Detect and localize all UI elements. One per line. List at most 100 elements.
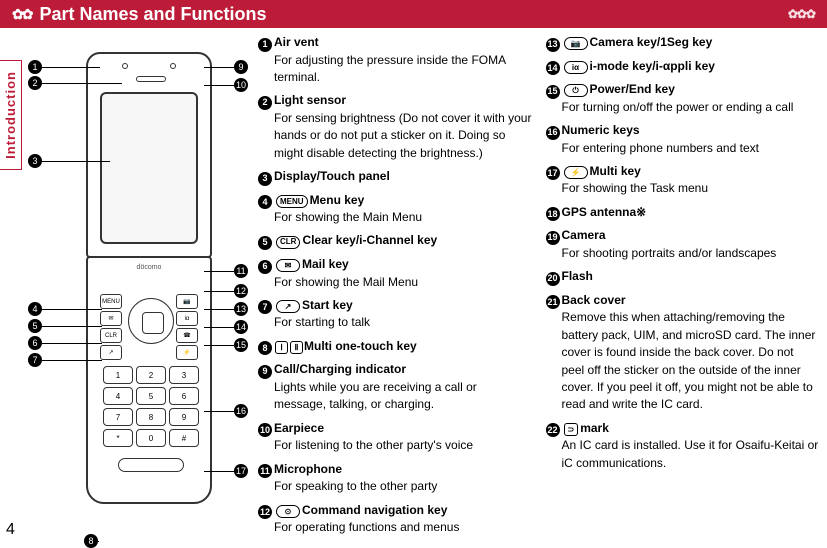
- description-column-1: 1Air ventFor adjusting the pressure insi…: [258, 34, 532, 543]
- desc-item-body: For entering phone numbers and text: [562, 140, 820, 157]
- desc-item-body: For operating functions and menus: [274, 519, 532, 536]
- key-label-icon: ⊙: [276, 505, 300, 518]
- page-number: 4: [6, 521, 15, 539]
- key-2: 2: [136, 366, 166, 384]
- key-label-icon: ⚡: [564, 166, 588, 179]
- nav-pad-illus: [128, 298, 174, 344]
- desc-item-15: 15⏻Power/End keyFor turning on/off the p…: [546, 81, 820, 116]
- desc-item-title: i-mode key/i-αppli key: [590, 59, 715, 73]
- description-columns: 1Air ventFor adjusting the pressure insi…: [258, 34, 819, 543]
- desc-item-head: 19Camera: [546, 227, 820, 245]
- callout-8: 8: [84, 534, 99, 548]
- desc-item-head: 9Call/Charging indicator: [258, 361, 532, 379]
- desc-item-head: 13 📷Camera key/1Seg key: [546, 34, 820, 52]
- section-tab: Introduction: [0, 60, 22, 170]
- item-number-badge: 22: [546, 423, 560, 437]
- key-label-icon: 📷: [564, 37, 588, 50]
- callout-3: 3: [28, 154, 110, 168]
- item-number-badge: 18: [546, 207, 560, 221]
- callout-13: 13: [204, 302, 248, 316]
- item-number-badge: 12: [258, 505, 272, 519]
- item-number-badge: 9: [258, 365, 272, 379]
- desc-item-title: Menu key: [310, 193, 365, 207]
- menu-key-illus: MENU: [100, 294, 122, 309]
- callout-16: 16: [204, 404, 248, 418]
- desc-item-body: An IC card is installed. Use it for Osai…: [562, 437, 820, 472]
- earpiece-slot: [136, 76, 166, 82]
- desc-item-body: For showing the Mail Menu: [274, 274, 532, 291]
- key-4: 4: [103, 387, 133, 405]
- key-label-icon: ⏻: [564, 84, 588, 97]
- desc-item-title: Clear key/i-Channel key: [302, 233, 437, 247]
- desc-item-body: For shooting portraits and/or landscapes: [562, 245, 820, 262]
- desc-item-13: 13 📷Camera key/1Seg key: [546, 34, 820, 52]
- desc-item-19: 19CameraFor shooting portraits and/or la…: [546, 227, 820, 262]
- desc-item-head: 1Air vent: [258, 34, 532, 52]
- multi-key-illus: ⚡: [176, 345, 198, 360]
- callout-7: 7: [28, 353, 102, 367]
- desc-item-title: Numeric keys: [562, 123, 640, 137]
- phone-illustration-column: döcomo MENU ✉ CLR ↗ 📷 iα ☎ ⚡ 1 2 3: [28, 34, 248, 543]
- desc-item-body: Remove this when attaching/removing the …: [562, 309, 820, 413]
- desc-item-20: 20Flash: [546, 268, 820, 286]
- desc-item-title: Back cover: [562, 293, 626, 307]
- desc-item-title: Flash: [562, 269, 593, 283]
- phone-screen: [100, 92, 198, 244]
- desc-item-1: 1Air ventFor adjusting the pressure insi…: [258, 34, 532, 86]
- desc-item-head: 12⊙Command navigation key: [258, 502, 532, 520]
- desc-item-body: For showing the Main Menu: [274, 209, 532, 226]
- numeric-keypad-illus: 1 2 3 4 5 6 7 8 9 * 0 #: [103, 366, 199, 447]
- indicator-dot: [170, 63, 176, 69]
- desc-item-7: 7↗Start keyFor starting to talk: [258, 297, 532, 332]
- key-5: 5: [136, 387, 166, 405]
- callout-11: 11: [204, 264, 248, 278]
- desc-item-16: 16Numeric keys For entering phone numbers…: [546, 122, 820, 157]
- imode-key-illus: iα: [176, 311, 198, 326]
- item-number-badge: 16: [546, 126, 560, 140]
- desc-item-title: Camera key/1Seg key: [590, 35, 713, 49]
- item-number-badge: 19: [546, 231, 560, 245]
- desc-item-11: 11MicrophoneFor speaking to the other pa…: [258, 461, 532, 496]
- desc-item-21: 21Back coverRemove this when attaching/r…: [546, 292, 820, 414]
- left-soft-keys: MENU ✉ CLR ↗: [100, 294, 122, 360]
- callout-1: 1: [28, 60, 100, 74]
- multi-onetouch-icon: Ⅰ: [275, 341, 288, 354]
- desc-item-title: GPS antenna※: [562, 205, 647, 219]
- desc-item-head: 14iαi-mode key/i-αppli key: [546, 58, 820, 76]
- item-number-badge: 17: [546, 166, 560, 180]
- desc-item-14: 14iαi-mode key/i-αppli key: [546, 58, 820, 76]
- multi-onetouch-illus: [118, 458, 184, 472]
- desc-item-body: For showing the Task menu: [562, 180, 820, 197]
- desc-item-head: 5CLRClear key/i-Channel key: [258, 232, 532, 250]
- callout-4: 4: [28, 302, 102, 316]
- item-number-badge: 13: [546, 38, 560, 52]
- desc-item-head: 2Light sensor: [258, 92, 532, 110]
- callout-17: 17: [204, 464, 248, 478]
- callout-15: 15: [204, 338, 248, 352]
- desc-item-6: 6✉Mail keyFor showing the Mail Menu: [258, 256, 532, 291]
- desc-item-3: 3Display/Touch panel: [258, 168, 532, 186]
- key-8: 8: [136, 408, 166, 426]
- item-number-badge: 3: [258, 172, 272, 186]
- item-number-badge: 14: [546, 61, 560, 75]
- power-key-illus: ☎: [176, 328, 198, 343]
- desc-item-title: Multi one-touch key: [304, 339, 417, 353]
- desc-item-8: 8ⅠⅡMulti one-touch key: [258, 338, 532, 356]
- item-number-badge: 10: [258, 423, 272, 437]
- phone-bottom-half: döcomo MENU ✉ CLR ↗ 📷 iα ☎ ⚡ 1 2 3: [86, 256, 212, 504]
- mail-key-illus: ✉: [100, 311, 122, 326]
- item-number-badge: 20: [546, 272, 560, 286]
- desc-item-title: mark: [580, 421, 609, 435]
- desc-item-4: 4MENUMenu keyFor showing the Main Menu: [258, 192, 532, 227]
- desc-item-head: 6✉Mail key: [258, 256, 532, 274]
- callout-12: 12: [204, 284, 248, 298]
- desc-item-body: For sensing brightness (Do not cover it …: [274, 110, 532, 162]
- section-tab-label: Introduction: [3, 71, 18, 159]
- desc-item-body: For turning on/off the power or ending a…: [562, 99, 820, 116]
- key-label-icon: ✉: [276, 259, 300, 272]
- desc-item-title: Power/End key: [590, 82, 675, 96]
- desc-item-22: 22⊃markAn IC card is installed. Use it f…: [546, 420, 820, 472]
- key-hash: #: [169, 429, 199, 447]
- desc-item-title: Earpiece: [274, 421, 324, 435]
- desc-item-body: Lights while you are receiving a call or…: [274, 379, 532, 414]
